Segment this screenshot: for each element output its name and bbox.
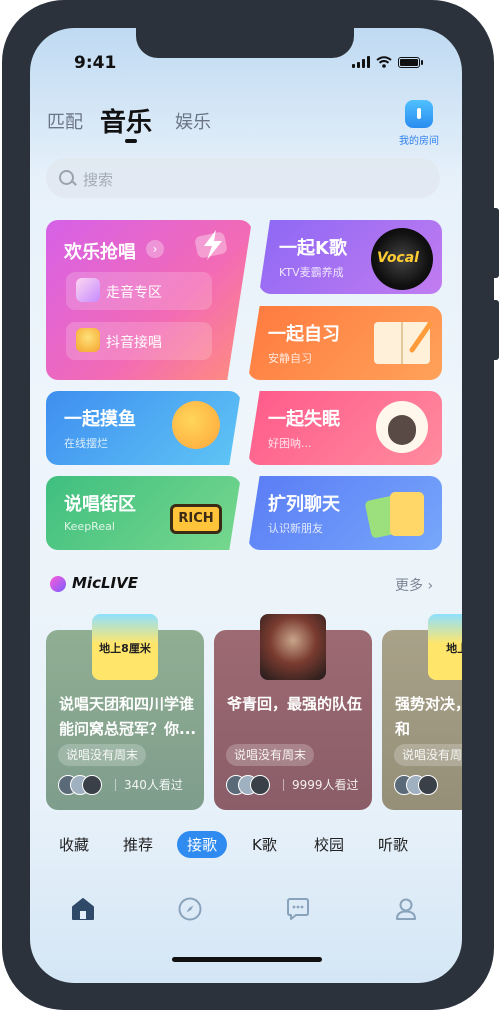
rich-chain-icon: RICH (170, 504, 222, 534)
live-cover-image (260, 614, 326, 680)
fish-face-icon (172, 401, 220, 449)
status-icons (352, 55, 423, 69)
search-input[interactable]: 搜索 (46, 158, 440, 198)
divider (283, 779, 284, 791)
room-icon (405, 100, 433, 128)
category-tab-listen[interactable]: 听歌 (378, 834, 408, 855)
slack-off-title: 一起摸鱼 (64, 409, 136, 430)
miclive-logo-icon (50, 576, 66, 592)
divider (115, 779, 116, 791)
vinyl-record-icon: Vocal (371, 228, 433, 290)
make-friends-subtitle: 认识新朋友 (268, 522, 323, 535)
live-cover-text: 地上8厘米 (99, 642, 151, 655)
live-title: 爷青回，最强的队伍 (227, 695, 363, 713)
search-placeholder: 搜索 (83, 171, 114, 189)
my-room-button[interactable]: 我的房间 (394, 100, 444, 147)
off-key-zone-label: 走音专区 (106, 285, 162, 301)
viewer-count: 340人看过 (124, 778, 183, 792)
category-tab-favorites[interactable]: 收藏 (59, 834, 89, 855)
compass-icon[interactable] (177, 896, 203, 922)
rich-badge: RICH (178, 511, 214, 526)
trophy-icon (76, 328, 100, 352)
viewer-avatars (226, 775, 276, 795)
profile-icon[interactable] (393, 896, 419, 922)
tab-music[interactable]: 音乐 (100, 102, 152, 139)
signal-icon (352, 56, 370, 68)
miclive-title: MicLIVE (72, 574, 138, 592)
slack-off-card[interactable]: 一起摸鱼 在线摆烂 (46, 391, 241, 465)
sheep-icon (376, 401, 428, 453)
side-button-lower (491, 300, 499, 360)
avatar (82, 775, 102, 795)
live-cover-text: 地上8 (446, 642, 462, 655)
rabbit-icon (76, 278, 100, 302)
viewer-count: 9999人看过 (292, 778, 359, 792)
live-card[interactable]: 地上8 强势对决，演啦，你和 说唱没有周末 (382, 614, 462, 810)
tab-active-indicator (125, 139, 137, 143)
live-title: 说唱天团和四川学谁能问窝总冠军？你... (59, 695, 197, 738)
live-title: 强势对决，演啦，你和 (395, 695, 462, 738)
sing-along-title: 欢乐抢唱 (64, 242, 136, 263)
message-icon[interactable] (285, 896, 311, 922)
karaoke-subtitle: KTV麦霸养成 (279, 266, 344, 279)
study-subtitle: 安静自习 (268, 352, 312, 365)
karaoke-title: 一起K歌 (279, 238, 347, 259)
phone-screen: 9:41 匹配 音乐 娱乐 我的房间 搜索 欢乐抢唱 › 走音专区 抖音接唱 一… (30, 28, 462, 983)
live-cover-image: 地上8 (428, 614, 462, 680)
tab-entertainment[interactable]: 娱乐 (175, 108, 211, 134)
vocal-badge: Vocal (377, 250, 419, 266)
avatar (250, 775, 270, 795)
rap-street-subtitle: KeepReal (64, 520, 115, 533)
search-icon (59, 170, 74, 185)
slack-off-subtitle: 在线摆烂 (64, 437, 108, 450)
viewer-avatars (394, 775, 444, 795)
viewer-avatars (58, 775, 108, 795)
live-card[interactable]: 地上8厘米 说唱天团和四川学谁能问窝总冠军？你... 说唱没有周末 340人看过 (46, 614, 204, 810)
tab-match[interactable]: 匹配 (47, 108, 83, 134)
my-room-label: 我的房间 (399, 136, 439, 147)
karaoke-card[interactable]: 一起K歌 KTV麦霸养成 Vocal (259, 220, 442, 294)
study-card[interactable]: 一起自习 安静自习 (248, 306, 442, 380)
insomnia-card[interactable]: 一起失眠 好困呐... (248, 391, 442, 465)
insomnia-title: 一起失眠 (268, 409, 340, 430)
category-tab-karaoke[interactable]: K歌 (252, 834, 277, 855)
live-tag[interactable]: 说唱没有周末 (58, 744, 147, 766)
category-tab-relay[interactable]: 接歌 (177, 831, 228, 858)
make-friends-title: 扩列聊天 (268, 494, 340, 515)
friend-cards-icon (364, 490, 428, 542)
make-friends-card[interactable]: 扩列聊天 认识新朋友 (248, 476, 442, 550)
douyin-relay-button[interactable]: 抖音接唱 (66, 322, 212, 360)
insomnia-subtitle: 好困呐... (268, 437, 312, 450)
status-time: 9:41 (74, 53, 117, 73)
chevron-right-icon[interactable]: › (146, 240, 164, 258)
category-tab-campus[interactable]: 校园 (314, 834, 344, 855)
avatar (418, 775, 438, 795)
live-tag[interactable]: 说唱没有周末 (394, 744, 462, 766)
home-icon[interactable] (70, 896, 96, 922)
notebook-icon (374, 321, 433, 364)
study-title: 一起自习 (268, 324, 340, 345)
battery-icon (398, 56, 420, 68)
wifi-icon (376, 56, 392, 68)
battery-cap (421, 59, 423, 65)
douyin-relay-label: 抖音接唱 (106, 335, 162, 351)
rap-street-title: 说唱街区 (64, 494, 136, 515)
home-indicator[interactable] (172, 957, 322, 962)
live-card[interactable]: 爷青回，最强的队伍 说唱没有周末 9999人看过 (214, 614, 372, 810)
lightning-icon (195, 230, 227, 260)
live-tag[interactable]: 说唱没有周末 (226, 744, 315, 766)
category-tab-recommended[interactable]: 推荐 (123, 834, 153, 855)
live-cover-image: 地上8厘米 (92, 614, 158, 680)
rap-street-card[interactable]: 说唱街区 KeepReal RICH (46, 476, 241, 550)
side-button-upper (491, 208, 499, 278)
bottom-tab-bar (30, 883, 462, 943)
more-link[interactable]: 更多 › (395, 575, 433, 595)
notch (136, 28, 354, 58)
sing-along-card[interactable]: 欢乐抢唱 › 走音专区 抖音接唱 (46, 220, 252, 380)
off-key-zone-button[interactable]: 走音专区 (66, 272, 212, 310)
